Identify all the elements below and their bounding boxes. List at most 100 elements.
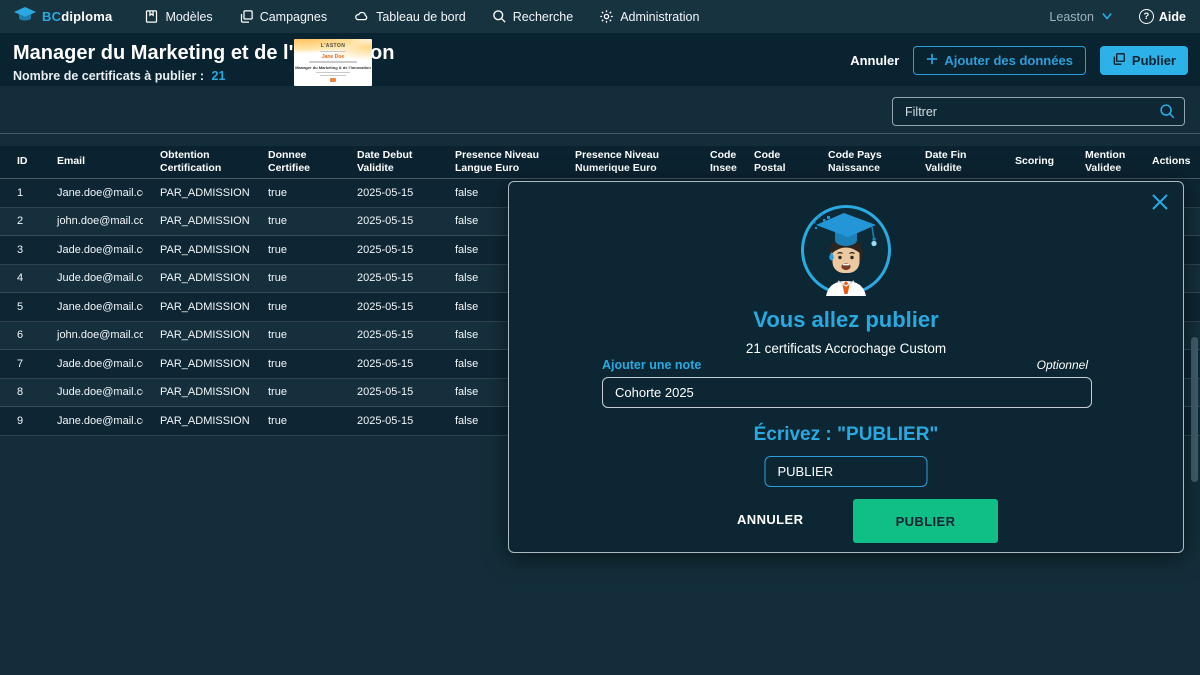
cell-id: 3 (0, 236, 40, 264)
help-label: Aide (1159, 10, 1186, 24)
question-mark-icon: ? (1139, 9, 1154, 24)
cell-donnee: true (251, 379, 340, 407)
nav-item-campagnes[interactable]: Campagnes (239, 9, 327, 24)
publish-header-label: Publier (1132, 53, 1176, 68)
account-menu[interactable]: Leaston (1049, 10, 1112, 24)
graduation-cap-logo-icon (14, 7, 36, 27)
modal-title: Vous allez publier (509, 307, 1183, 333)
certificate-thumbnail[interactable]: L'ASTON Jane Doe Manager du Marketing & … (294, 39, 372, 86)
filter-container (892, 97, 1185, 126)
column-header-actions: Actions (1135, 146, 1200, 178)
cell-date-debut: 2025-05-15 (340, 236, 438, 264)
modal-publish-button[interactable]: PUBLIER (853, 499, 998, 543)
confirm-instruction: Écrivez : "PUBLIER" (509, 424, 1183, 446)
nav-item-tableau-de-bord[interactable]: Tableau de bord (353, 9, 466, 24)
note-label: Ajouter une note (602, 358, 701, 372)
certificate-title: Manager du Marketing & de l'Innovation (294, 65, 372, 70)
copy-icon (239, 9, 254, 24)
brand-logo[interactable]: BCdiploma (14, 7, 112, 27)
cell-date-debut: 2025-05-15 (340, 322, 438, 350)
nav-item-label: Tableau de bord (376, 10, 466, 24)
cell-id: 5 (0, 293, 40, 321)
cell-email: Jane.doe@mail.com (40, 293, 143, 321)
publish-header-button[interactable]: Publier (1100, 46, 1188, 75)
nav-item-label: Administration (620, 10, 699, 24)
cell-date-debut: 2025-05-15 (340, 379, 438, 407)
cloud-icon (353, 9, 370, 24)
modal-subtitle: 21 certificats Accrochage Custom (509, 341, 1183, 356)
certificate-decoration-line (320, 51, 346, 53)
certificate-decoration-line (309, 61, 357, 63)
nav-item-recherche[interactable]: Recherche (492, 9, 573, 24)
cell-obtention: PAR_ADMISSION (143, 407, 251, 435)
confirm-input[interactable] (765, 456, 928, 487)
certificates-count-label: Nombre de certificats à publier : (13, 69, 204, 83)
cell-id: 7 (0, 350, 40, 378)
column-header-code-insee: Code Insee (693, 146, 737, 178)
cell-email: john.doe@mail.com (40, 208, 143, 236)
top-navbar: BCdiploma Modèles Campagnes Tableau de b… (0, 0, 1200, 33)
vertical-scrollbar-thumb[interactable] (1191, 337, 1198, 482)
help-button[interactable]: ? Aide (1139, 9, 1186, 24)
column-header-code-postal: Code Postal (737, 146, 811, 178)
gear-icon (599, 9, 614, 24)
column-header-presence-langue: Presence Niveau Langue Euro (438, 146, 558, 178)
cell-id: 4 (0, 265, 40, 293)
certificate-brand: L'ASTON (294, 43, 372, 49)
cell-donnee: true (251, 236, 340, 264)
cell-email: Jane.doe@mail.com (40, 179, 143, 207)
certificate-seal (330, 78, 336, 82)
modal-cancel-button[interactable]: ANNULER (737, 512, 803, 527)
cell-donnee: true (251, 407, 340, 435)
cell-donnee: true (251, 350, 340, 378)
close-icon[interactable] (1150, 192, 1170, 212)
column-header-email: Email (40, 146, 143, 178)
nav-item-modeles[interactable]: Modèles (144, 9, 212, 24)
cell-date-debut: 2025-05-15 (340, 407, 438, 435)
cell-email: Jude.doe@mail.com (40, 265, 143, 293)
cell-email: Jude.doe@mail.com (40, 379, 143, 407)
cancel-button[interactable]: Annuler (850, 53, 899, 68)
add-data-label: Ajouter des données (944, 53, 1073, 68)
column-header-date-debut: Date Debut Validite (340, 146, 438, 178)
cell-donnee: true (251, 208, 340, 236)
cell-donnee: true (251, 293, 340, 321)
add-data-button[interactable]: Ajouter des données (913, 46, 1086, 75)
filter-search-icon[interactable] (1159, 103, 1176, 125)
column-header-code-pays: Code Pays Naissance (811, 146, 908, 178)
cell-date-debut: 2025-05-15 (340, 293, 438, 321)
header-actions: Annuler Ajouter des données Publier (850, 46, 1188, 75)
publish-stack-icon (1112, 52, 1126, 69)
book-icon (144, 9, 159, 24)
cell-donnee: true (251, 179, 340, 207)
column-header-scoring: Scoring (998, 146, 1068, 178)
nav-item-label: Recherche (513, 10, 573, 24)
cell-email: Jade.doe@mail.com (40, 236, 143, 264)
column-header-id: ID (0, 146, 40, 178)
cell-id: 6 (0, 322, 40, 350)
plus-icon (926, 53, 938, 68)
cell-obtention: PAR_ADMISSION (143, 379, 251, 407)
filter-input[interactable] (892, 97, 1185, 126)
column-header-mention: Mention Validee (1068, 146, 1135, 178)
search-icon (492, 9, 507, 24)
optional-label: Optionnel (1037, 358, 1088, 372)
cell-email: Jade.doe@mail.com (40, 350, 143, 378)
cell-date-debut: 2025-05-15 (340, 350, 438, 378)
cell-obtention: PAR_ADMISSION (143, 293, 251, 321)
note-input[interactable] (602, 377, 1092, 408)
account-name: Leaston (1049, 10, 1093, 24)
cell-id: 9 (0, 407, 40, 435)
cell-obtention: PAR_ADMISSION (143, 179, 251, 207)
brand-name: BCdiploma (42, 9, 112, 24)
cell-obtention: PAR_ADMISSION (143, 236, 251, 264)
cell-obtention: PAR_ADMISSION (143, 322, 251, 350)
column-header-date-fin: Date Fin Validite (908, 146, 998, 178)
certificate-decoration-line (316, 72, 350, 74)
certificates-count-value: 21 (212, 69, 226, 83)
nav-item-administration[interactable]: Administration (599, 9, 699, 24)
cell-email: Jane.doe@mail.com (40, 407, 143, 435)
chevron-down-icon (1101, 10, 1113, 24)
table-header-row: ID Email Obtention Certification Donnee … (0, 146, 1200, 179)
nav-right-group: Leaston ? Aide (1049, 9, 1186, 24)
